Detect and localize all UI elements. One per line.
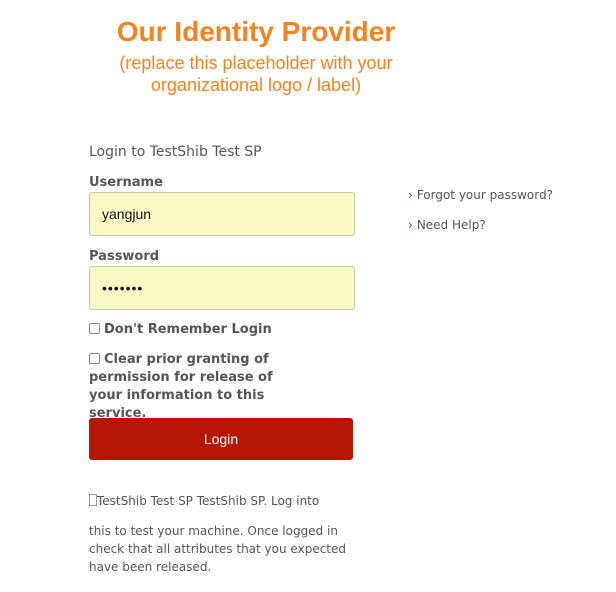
service-line-text: TestShib SP. Log into: [196, 494, 320, 508]
dont-remember-row: Don't Remember Login: [89, 321, 349, 339]
password-label: Password: [89, 249, 160, 264]
service-image-alt: TestShib Test SP: [97, 494, 193, 508]
logo-title: Our Identity Provider: [116, 16, 396, 47]
service-line: TestShib Test SP TestShib SP. Log into: [89, 494, 319, 508]
dont-remember-checkbox[interactable]: [89, 323, 100, 334]
clear-granting-label[interactable]: Clear prior granting of permission for r…: [89, 352, 273, 421]
need-help-label[interactable]: Need Help?: [417, 218, 486, 232]
password-mask: •••••••: [102, 280, 144, 296]
dont-remember-label[interactable]: Don't Remember Login: [104, 322, 272, 337]
password-input[interactable]: •••••••: [89, 266, 355, 310]
forgot-password-link[interactable]: › Forgot your password?: [408, 188, 553, 202]
chevron-right-icon: ›: [408, 218, 413, 232]
service-description: this to test your machine. Once logged i…: [89, 524, 346, 574]
logo-subtitle: (replace this placeholder with your orga…: [0, 52, 512, 96]
clear-granting-checkbox[interactable]: [89, 353, 100, 364]
login-form-heading: Login to TestShib Test SP: [89, 144, 262, 160]
username-input[interactable]: yangjun: [89, 192, 355, 236]
login-button[interactable]: Login: [89, 418, 353, 460]
need-help-link[interactable]: › Need Help?: [408, 218, 486, 232]
logo-subtitle-line1: (replace this placeholder with your: [119, 53, 393, 73]
logo-subtitle-line2: organizational logo / label): [150, 75, 362, 95]
forgot-password-label[interactable]: Forgot your password?: [417, 188, 553, 202]
username-label: Username: [89, 175, 163, 190]
clear-granting-row: Clear prior granting of permission for r…: [89, 351, 309, 423]
chevron-right-icon: ›: [408, 188, 413, 202]
broken-image-icon: [89, 494, 97, 506]
